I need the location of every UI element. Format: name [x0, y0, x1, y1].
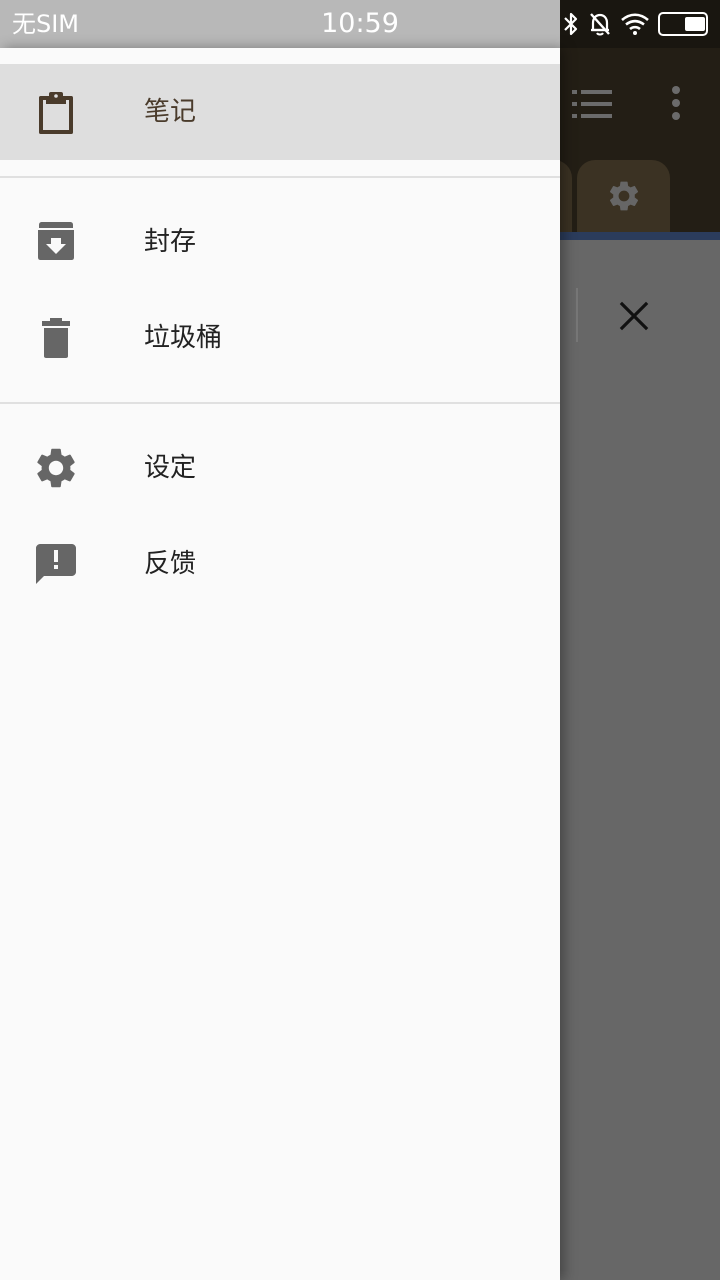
drawer-item-label: 垃圾桶 [144, 323, 223, 353]
drawer-item-label: 设定 [144, 453, 197, 483]
navigation-drawer: 笔记 封存 垃圾桶 设定 反馈 [0, 48, 560, 1280]
close-icon [619, 301, 649, 331]
drawer-item-trash[interactable]: 垃圾桶 [0, 290, 560, 386]
bluetooth-icon [564, 12, 578, 36]
battery-icon [658, 12, 708, 36]
drawer-divider [0, 402, 560, 404]
list-view-icon [572, 90, 612, 118]
bg-divider [576, 288, 578, 342]
more-vert-icon [672, 86, 680, 120]
trash-icon [42, 318, 70, 358]
gear-icon [609, 181, 639, 211]
drawer-item-label: 反馈 [144, 549, 197, 579]
drawer-item-settings[interactable]: 设定 [0, 420, 560, 516]
drawer-item-label: 笔记 [144, 97, 197, 127]
archive-icon [38, 222, 74, 260]
drawer-item-label: 封存 [144, 227, 197, 257]
drawer-item-feedback[interactable]: 反馈 [0, 516, 560, 612]
mute-bell-icon [590, 13, 610, 36]
drawer-item-archive[interactable]: 封存 [0, 194, 560, 290]
feedback-icon [36, 544, 76, 584]
drawer-item-notes[interactable]: 笔记 [0, 64, 560, 160]
wifi-icon [621, 13, 649, 35]
drawer-divider [0, 176, 560, 178]
status-icons [562, 10, 708, 38]
gear-icon [37, 448, 75, 488]
clipboard-icon [39, 92, 73, 134]
